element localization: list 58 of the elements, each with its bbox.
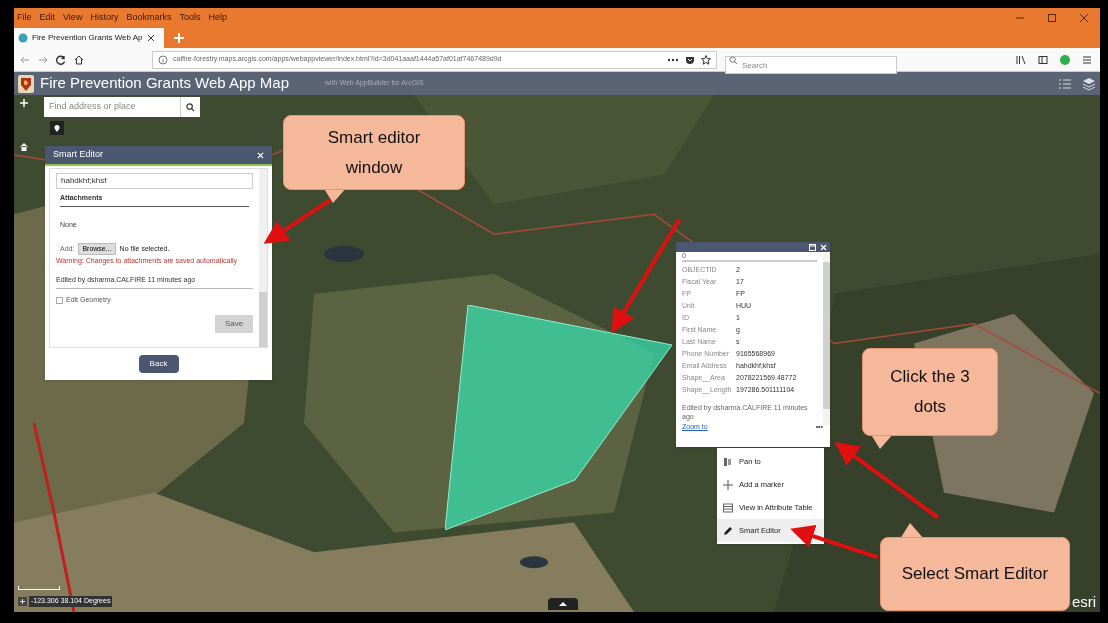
callout: Click the 3 dots	[862, 348, 998, 436]
scale-bar	[18, 586, 60, 590]
menu-item[interactable]: View	[63, 11, 83, 25]
reload-icon[interactable]	[56, 54, 66, 65]
maximize-icon[interactable]	[1047, 13, 1057, 23]
plus-icon	[723, 479, 733, 490]
extension-icon[interactable]	[1060, 54, 1070, 65]
info-icon[interactable]	[158, 54, 168, 65]
shield-logo-icon	[18, 74, 34, 93]
forward-icon[interactable]	[38, 54, 48, 65]
home-icon[interactable]	[19, 142, 29, 152]
caret-icon	[559, 601, 567, 607]
star-icon[interactable]	[701, 54, 711, 65]
pencil-icon	[723, 525, 733, 536]
tab-title: Fire Prevention Grants Web Ap	[32, 32, 143, 44]
search-field[interactable]: Search	[725, 56, 897, 74]
zoom-in-button[interactable]	[18, 97, 30, 109]
panel-title: Smart Editor	[53, 148, 103, 162]
sidebar-icon[interactable]	[1038, 54, 1048, 65]
layers-icon[interactable]	[1082, 76, 1096, 91]
app-title: Fire Prevention Grants Web App Map	[40, 73, 289, 94]
address-search-field[interactable]: Find address or place	[44, 97, 180, 117]
text-field[interactable]: hahdkhf;khsf	[56, 173, 253, 189]
plus-icon	[20, 598, 25, 604]
menu-item[interactable]: Help	[208, 11, 227, 25]
back-button[interactable]: Back	[138, 355, 179, 373]
globe-icon	[18, 33, 28, 43]
arrow	[263, 197, 333, 244]
esri-logo: esri	[1072, 592, 1097, 612]
expand-button[interactable]	[548, 598, 578, 610]
search-icon	[729, 55, 738, 65]
search-icon	[186, 102, 195, 112]
menu-item[interactable]: File	[17, 11, 32, 25]
back-icon[interactable]	[20, 54, 30, 65]
menu-item[interactable]: Bookmarks	[126, 11, 172, 25]
plus-icon	[20, 99, 28, 107]
new-tab-icon[interactable]	[174, 33, 184, 43]
menu-item[interactable]: Tools	[179, 11, 201, 25]
table-icon	[723, 502, 733, 513]
selected-polygon[interactable]	[445, 305, 672, 530]
locate-button[interactable]	[50, 121, 64, 135]
pan-icon	[723, 456, 733, 467]
checkbox[interactable]	[56, 296, 63, 304]
menu-icon[interactable]	[1082, 54, 1092, 65]
scrollbar[interactable]	[823, 254, 830, 425]
callout: Smart editor window	[283, 115, 465, 190]
close-icon[interactable]	[146, 34, 155, 42]
menu-item[interactable]: History	[90, 11, 119, 25]
callout: Select Smart Editor	[880, 537, 1070, 611]
home-icon[interactable]	[74, 54, 84, 65]
browser-tab[interactable]: Fire Prevention Grants Web Ap	[14, 28, 164, 48]
scrollbar[interactable]	[259, 169, 267, 347]
library-icon[interactable]	[1016, 54, 1026, 65]
pin-icon	[53, 124, 61, 132]
pocket-icon[interactable]	[685, 54, 695, 65]
coordinate-button[interactable]	[18, 596, 27, 606]
menu-item[interactable]: Edit	[39, 11, 56, 25]
search-button[interactable]	[180, 97, 200, 117]
